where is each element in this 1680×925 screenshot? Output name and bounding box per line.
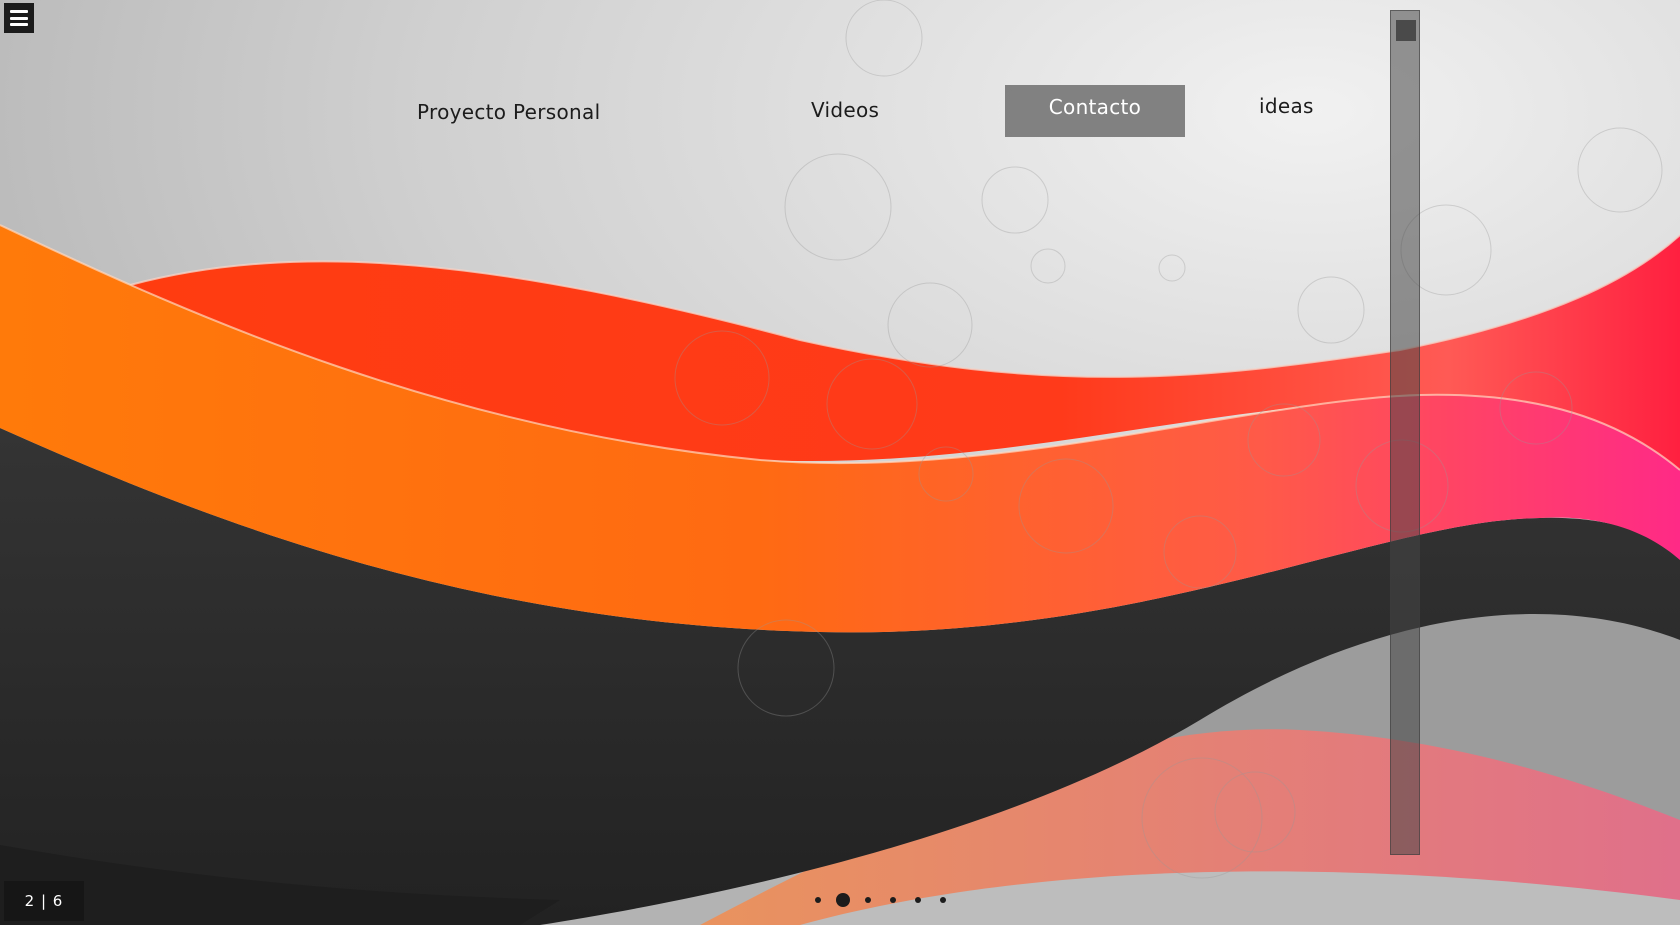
pagination-dot-active[interactable] — [836, 893, 850, 907]
vertical-scrollbar[interactable] — [1390, 10, 1420, 855]
hamburger-icon-line — [10, 16, 28, 20]
nav-link-proyecto-personal[interactable]: Proyecto Personal — [417, 100, 600, 124]
nav-link-videos[interactable]: Videos — [811, 98, 879, 122]
pagination-dot[interactable] — [915, 897, 921, 903]
hamburger-menu-button[interactable] — [4, 3, 34, 33]
nav-link-contacto-active[interactable]: Contacto — [1005, 85, 1185, 137]
background-waves — [0, 0, 1680, 925]
pagination-dot[interactable] — [865, 897, 871, 903]
hamburger-icon — [10, 10, 28, 13]
pagination-dot[interactable] — [940, 897, 946, 903]
hamburger-icon-line — [10, 23, 28, 26]
scrollbar-thumb[interactable] — [1396, 20, 1416, 41]
pagination-dot[interactable] — [890, 897, 896, 903]
nav-link-ideas[interactable]: ideas — [1259, 94, 1314, 118]
pagination-dot[interactable] — [815, 897, 821, 903]
page-counter: 2 | 6 — [4, 881, 84, 921]
